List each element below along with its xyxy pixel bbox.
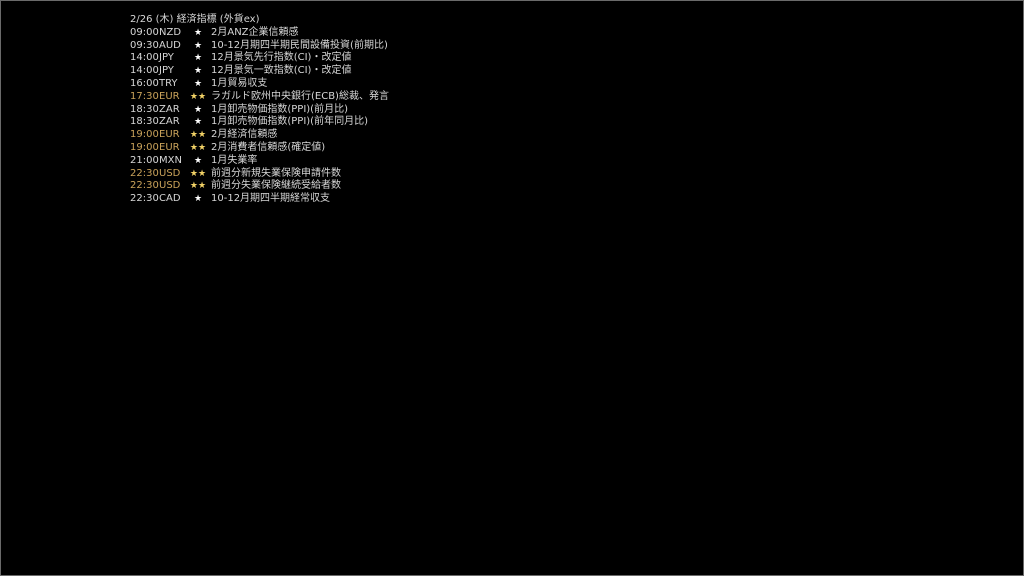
economic-calendar: 2/26 (木) 経済指標 (外貨ex) 09:00 NZD ★ 2月ANZ企業信頼感… <box>130 14 389 206</box>
event-list: 09:00 NZD ★ 2月ANZ企業信頼感 09:30 AUD ★ 10-12月期四半期民間… <box>130 27 389 206</box>
event-name: 前週分新規失業保険申請件数 <box>211 167 341 179</box>
event-currency: AUD <box>159 39 181 51</box>
importance-star-icon: ★ <box>193 27 203 38</box>
event-time: 18:30 <box>130 116 159 128</box>
event-name: 2月消費者信頼感(確定値) <box>211 141 326 153</box>
event-name: 10-12月期四半期民間設備投資(前期比) <box>211 39 388 51</box>
event-row: 22:30 CAD ★ 10-12月期四半期経常収支 <box>130 193 389 206</box>
event-currency: MXN <box>159 154 182 166</box>
event-row: 21:00 MXN ★ 1月失業率 <box>130 155 389 168</box>
event-row: 09:00 NZD ★ 2月ANZ企業信頼感 <box>130 27 389 40</box>
event-time: 22:30 <box>130 193 159 205</box>
event-name: 1月失業率 <box>211 154 258 166</box>
event-row: 14:00 JPY ★ 12月景気一致指数(CI)・改定値 <box>130 65 389 78</box>
event-time: 19:00 <box>130 141 159 153</box>
event-name: 2月経済信頼感 <box>211 129 278 141</box>
event-name: 前週分失業保険継続受給者数 <box>211 180 341 192</box>
event-time: 09:00 <box>130 26 159 38</box>
event-name: 12月景気先行指数(CI)・改定値 <box>211 52 352 64</box>
importance-star-icon: ★ <box>193 155 203 166</box>
event-currency: NZD <box>159 26 182 38</box>
event-time: 14:00 <box>130 52 159 64</box>
event-time: 16:00 <box>130 77 159 89</box>
importance-star-icon: ★★ <box>189 130 207 141</box>
event-name: 1月卸売物価指数(PPI)(前月比) <box>211 103 348 115</box>
event-name: ラガルド欧州中央銀行(ECB)総裁、発言 <box>211 90 389 102</box>
event-currency: USD <box>159 180 181 192</box>
event-row: 22:30 USD ★★ 前週分失業保険継続受給者数 <box>130 180 389 193</box>
importance-star-icon: ★★ <box>189 181 207 192</box>
event-name: 2月ANZ企業信頼感 <box>211 26 299 38</box>
event-row: 18:30 ZAR ★ 1月卸売物価指数(PPI)(前年同月比) <box>130 116 389 129</box>
event-currency: ZAR <box>159 116 180 128</box>
event-time: 19:00 <box>130 129 159 141</box>
importance-star-icon: ★ <box>193 53 203 64</box>
event-name: 1月貿易収支 <box>211 77 268 89</box>
event-row: 19:00 EUR ★★ 2月経済信頼感 <box>130 129 389 142</box>
event-row: 22:30 USD ★★ 前週分新規失業保険申請件数 <box>130 168 389 181</box>
event-row: 14:00 JPY ★ 12月景気先行指数(CI)・改定値 <box>130 52 389 65</box>
importance-star-icon: ★ <box>193 78 203 89</box>
event-currency: CAD <box>159 193 181 205</box>
event-name: 12月景気一致指数(CI)・改定値 <box>211 65 352 77</box>
event-currency: EUR <box>159 90 180 102</box>
event-currency: JPY <box>159 65 174 77</box>
event-currency: USD <box>159 167 181 179</box>
importance-star-icon: ★ <box>193 194 203 205</box>
event-row: 18:30 ZAR ★ 1月卸売物価指数(PPI)(前月比) <box>130 104 389 117</box>
event-currency: JPY <box>159 52 174 64</box>
importance-star-icon: ★ <box>193 104 203 115</box>
event-time: 09:30 <box>130 39 159 51</box>
event-time: 18:30 <box>130 103 159 115</box>
event-currency: EUR <box>159 129 180 141</box>
event-time: 14:00 <box>130 65 159 77</box>
importance-star-icon: ★★ <box>189 91 207 102</box>
event-time: 22:30 <box>130 180 159 192</box>
screen-frame: 2/26 (木) 経済指標 (外貨ex) 09:00 NZD ★ 2月ANZ企業信頼感… <box>0 0 1024 576</box>
calendar-title: 2/26 (木) 経済指標 (外貨ex) <box>130 14 260 25</box>
event-row: 17:30 EUR ★★ ラガルド欧州中央銀行(ECB)総裁、発言 <box>130 91 389 104</box>
event-row: 19:00 EUR ★★ 2月消費者信頼感(確定値) <box>130 142 389 155</box>
event-currency: EUR <box>159 141 180 153</box>
importance-star-icon: ★ <box>193 66 203 77</box>
importance-star-icon: ★★ <box>189 142 207 153</box>
event-row: 09:30 AUD ★ 10-12月期四半期民間設備投資(前期比) <box>130 40 389 53</box>
event-name: 10-12月期四半期経常収支 <box>211 193 331 205</box>
importance-star-icon: ★ <box>193 40 203 51</box>
event-row: 16:00 TRY ★ 1月貿易収支 <box>130 78 389 91</box>
event-time: 17:30 <box>130 90 159 102</box>
importance-star-icon: ★ <box>193 117 203 128</box>
event-time: 21:00 <box>130 154 159 166</box>
event-currency: TRY <box>159 77 178 89</box>
event-time: 22:30 <box>130 167 159 179</box>
event-currency: ZAR <box>159 103 180 115</box>
importance-star-icon: ★★ <box>189 168 207 179</box>
event-name: 1月卸売物価指数(PPI)(前年同月比) <box>211 116 368 128</box>
